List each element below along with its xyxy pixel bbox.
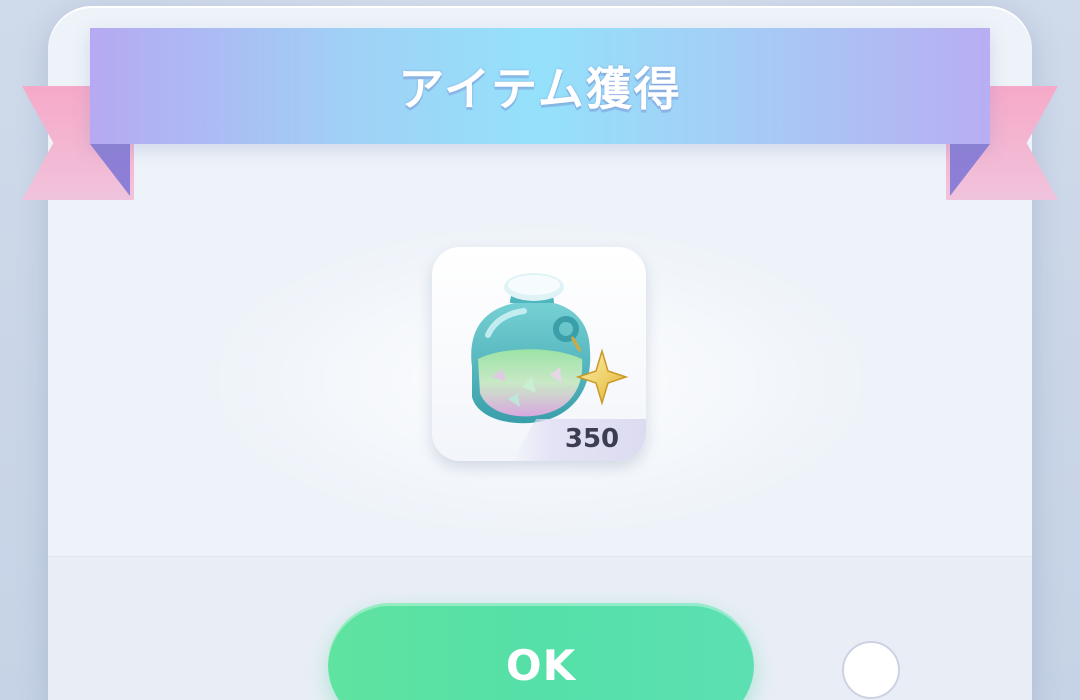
toggle-circle[interactable] [842,641,900,699]
item-quantity: 350 [564,424,620,454]
ok-button[interactable]: OK [328,603,754,700]
reward-item-card[interactable]: 350 [432,247,646,461]
ok-button-label: OK [505,641,577,690]
dialog-title: アイテム獲得 [398,62,682,116]
